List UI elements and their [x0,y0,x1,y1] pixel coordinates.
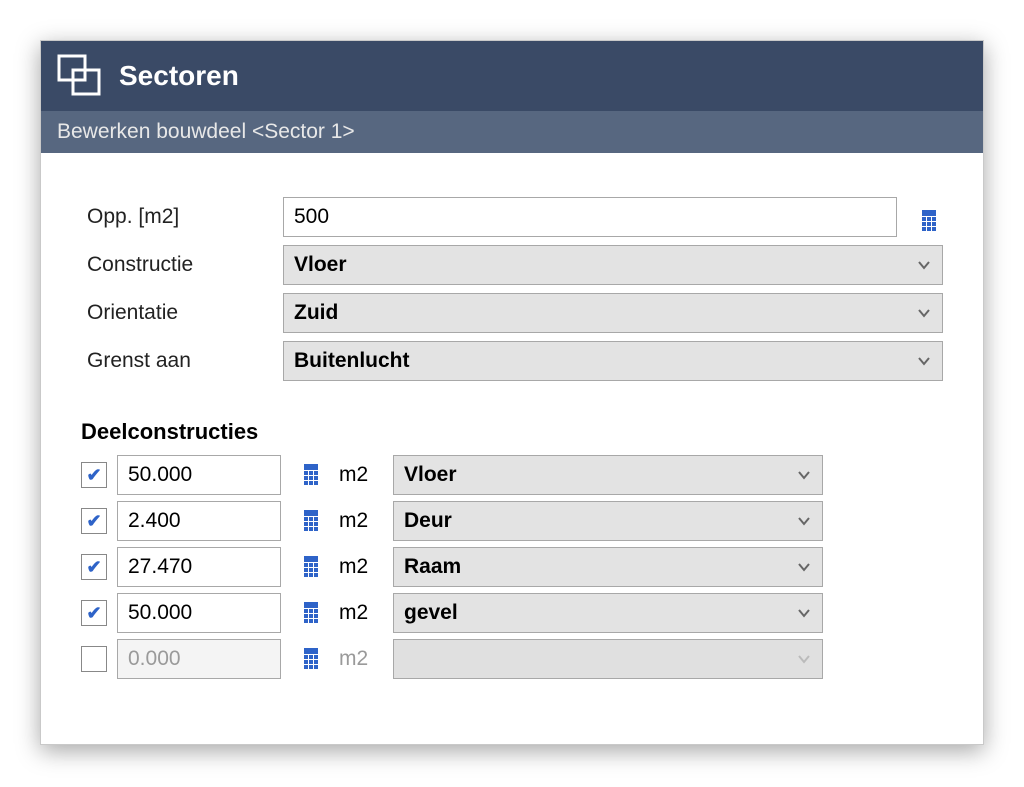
unit-label: m2 [339,647,383,671]
chevron-down-icon [796,559,812,575]
calculator-icon [304,602,322,624]
deelconstructie-type-dropdown[interactable]: Raam [393,547,823,587]
deelconstructie-checkbox[interactable]: ✔ [81,554,107,580]
titlebar: Sectoren [41,41,983,111]
chevron-down-icon [916,305,932,321]
deelconstructie-type-dropdown[interactable]: gevel [393,593,823,633]
deelconstructie-checkbox[interactable]: ✔ [81,508,107,534]
sectors-icon [53,48,105,105]
orientatie-label: Orientatie [81,289,277,337]
unit-label: m2 [339,555,383,579]
orientatie-dropdown[interactable]: Zuid [283,293,943,333]
deelconstructie-type-value: Raam [404,555,461,579]
deelconstructie-value-input [117,639,281,679]
deelconstructie-type-value: Vloer [404,463,457,487]
orientatie-value: Zuid [294,301,338,325]
panel-content: Opp. [m2] Constructie [41,153,983,679]
deelconstructie-type-dropdown[interactable]: Vloer [393,455,823,495]
grenst-dropdown[interactable]: Buitenlucht [283,341,943,381]
chevron-down-icon [796,513,812,529]
deelconstructie-calculator-button[interactable] [297,551,329,583]
opp-calculator-button[interactable] [915,205,947,237]
constructie-value: Vloer [294,253,347,277]
calculator-icon [304,510,322,532]
calculator-icon [304,556,322,578]
deelconstructies-list: ✔ m2 Vloer ✔ m2 Deur ✔ m2 Raam ✔ m2 gevel m2 [81,455,953,679]
constructie-dropdown[interactable]: Vloer [283,245,943,285]
sector-panel: Sectoren Bewerken bouwdeel <Sector 1> Op… [40,40,984,745]
panel-subtitle: Bewerken bouwdeel <Sector 1> [41,111,983,153]
deelconstructie-checkbox[interactable] [81,646,107,672]
deelconstructie-calculator-button[interactable] [297,505,329,537]
chevron-down-icon [796,467,812,483]
deelconstructie-value-input[interactable] [117,593,281,633]
deelconstructie-type-value: gevel [404,601,458,625]
deelconstructie-row: ✔ m2 gevel [81,593,953,633]
checkmark-icon: ✔ [86,466,101,484]
chevron-down-icon [796,651,812,667]
main-form: Opp. [m2] Constructie [81,193,953,385]
calculator-icon [304,464,322,486]
deelconstructie-value-input[interactable] [117,455,281,495]
deelconstructie-value-input[interactable] [117,547,281,587]
unit-label: m2 [339,509,383,533]
deelconstructie-row: ✔ m2 Raam [81,547,953,587]
calculator-icon [922,210,940,232]
checkmark-icon: ✔ [86,558,101,576]
deelconstructie-checkbox[interactable]: ✔ [81,462,107,488]
deelconstructie-type-value: Deur [404,509,452,533]
deelconstructie-calculator-button[interactable] [297,643,329,675]
unit-label: m2 [339,463,383,487]
chevron-down-icon [916,257,932,273]
chevron-down-icon [916,353,932,369]
opp-label: Opp. [m2] [81,193,277,241]
checkmark-icon: ✔ [86,604,101,622]
grenst-value: Buitenlucht [294,349,410,373]
deelconstructie-row: ✔ m2 Vloer [81,455,953,495]
deelconstructie-checkbox[interactable]: ✔ [81,600,107,626]
opp-input[interactable] [283,197,897,237]
deelconstructie-type-dropdown[interactable]: Deur [393,501,823,541]
deelconstructie-type-dropdown [393,639,823,679]
constructie-label: Constructie [81,241,277,289]
deelconstructie-calculator-button[interactable] [297,459,329,491]
panel-title: Sectoren [119,60,239,92]
unit-label: m2 [339,601,383,625]
deelconstructie-row: m2 [81,639,953,679]
checkmark-icon: ✔ [86,512,101,530]
deelconstructie-value-input[interactable] [117,501,281,541]
deelconstructies-title: Deelconstructies [81,419,953,445]
grenst-label: Grenst aan [81,337,277,385]
calculator-icon [304,648,322,670]
deelconstructie-calculator-button[interactable] [297,597,329,629]
chevron-down-icon [796,605,812,621]
deelconstructie-row: ✔ m2 Deur [81,501,953,541]
